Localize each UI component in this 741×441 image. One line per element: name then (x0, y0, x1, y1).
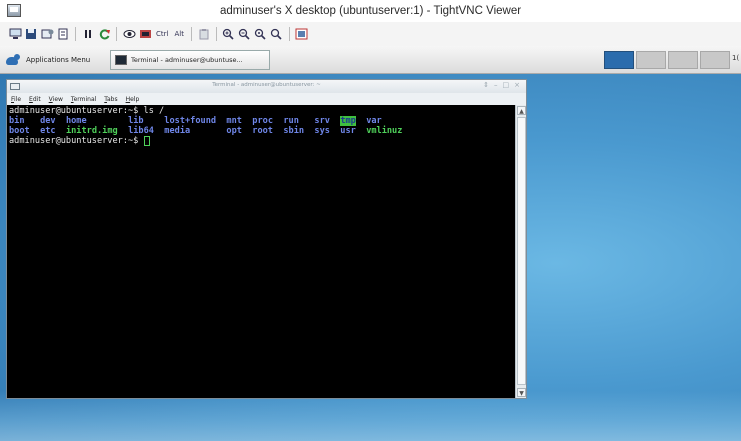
ls-entry-lost-found: lost+found (164, 116, 217, 126)
prompt-line[interactable]: adminuser@ubuntuserver:~$ (9, 136, 515, 146)
menu-view[interactable]: View (49, 96, 63, 103)
ls-entry-proc: proc (252, 116, 273, 126)
command-line: adminuser@ubuntuserver:~$ ls / (9, 106, 165, 116)
workspace-1[interactable] (604, 51, 634, 69)
menu-terminal[interactable]: Terminal (71, 96, 96, 103)
ls-output-row-2: boot etc initrd.img lib64 media opt root… (9, 126, 515, 136)
save-icon[interactable] (24, 27, 38, 41)
workspace-3[interactable] (668, 51, 698, 69)
options-icon[interactable] (40, 27, 54, 41)
applications-menu-button[interactable]: Applications Menu (4, 50, 108, 70)
ls-entry-etc: etc (40, 126, 56, 136)
ls-output-row-1: bin dev home lib lost+found mnt proc run… (9, 116, 515, 126)
terminal-icon (115, 55, 127, 65)
toolbar-separator (190, 27, 192, 41)
xfce-panel: Applications Menu Terminal - adminuser@u… (0, 46, 741, 74)
ls-entry-run: run (283, 116, 299, 126)
text-cursor (143, 136, 150, 146)
menu-file[interactable]: File (11, 96, 21, 103)
clipboard-icon[interactable] (197, 27, 211, 41)
terminal-window[interactable]: Terminal - adminuser@ubuntuserver: ~ ⇕ –… (6, 79, 527, 399)
toolbar-separator (215, 27, 217, 41)
ls-entry-vmlinuz: vmlinuz (366, 126, 403, 136)
terminal-menubar: File Edit View Terminal Tabs Help (7, 93, 526, 105)
ls-entry-sbin: sbin (283, 126, 305, 136)
shell-prompt: adminuser@ubuntuserver:~$ (9, 136, 144, 146)
remote-desktop[interactable]: Applications Menu Terminal - adminuser@u… (0, 46, 741, 441)
toolbar-separator (288, 27, 290, 41)
workspace-switcher (604, 51, 730, 69)
terminal-output[interactable]: adminuser@ubuntuserver:~$ ls / bin dev h… (7, 105, 515, 398)
ls-entry-tmp: tmp (340, 116, 356, 126)
workspace-4[interactable] (700, 51, 730, 69)
new-connection-icon[interactable] (8, 27, 22, 41)
vnc-titlebar: adminuser's X desktop (ubuntuserver:1) -… (0, 0, 741, 22)
maximize-icon[interactable]: □ (503, 81, 510, 89)
workspace-2[interactable] (636, 51, 666, 69)
tightvnc-app-icon[interactable] (7, 4, 21, 17)
ctrl-esc-icon[interactable] (138, 27, 152, 41)
ctrl-key-button[interactable]: Ctrl (154, 27, 170, 41)
ctrl-alt-del-icon[interactable] (122, 27, 136, 41)
ls-entry-bin: bin (9, 116, 25, 126)
toolbar-separator (116, 27, 117, 41)
taskbar-terminal-label: Terminal - adminuser@ubuntuse... (131, 56, 243, 64)
close-icon[interactable]: × (514, 81, 520, 89)
zoom-in-icon[interactable] (222, 27, 236, 41)
vnc-toolbar: Ctrl Alt (0, 22, 741, 46)
panel-clock[interactable]: 1( (732, 54, 739, 62)
window-controls: ⇕ – □ × (483, 81, 520, 89)
ls-entry-boot: boot (9, 126, 30, 136)
fullscreen-icon[interactable] (295, 27, 309, 41)
ls-entry-root: root (252, 126, 273, 136)
zoom-100-icon[interactable] (254, 27, 268, 41)
ls-entry-mnt: mnt (226, 116, 242, 126)
refresh-icon[interactable] (97, 27, 111, 41)
toolbar-separator (75, 27, 76, 41)
ls-entry-sys: sys (314, 126, 330, 136)
menu-tabs[interactable]: Tabs (104, 96, 117, 103)
alt-key-button[interactable]: Alt (172, 27, 185, 41)
ls-entry-initrd-img: initrd.img (65, 126, 118, 136)
scrollbar-thumb[interactable] (517, 117, 526, 385)
xfce-mouse-icon (4, 53, 22, 67)
ls-entry-home: home (65, 116, 87, 126)
ls-entry-lib: lib (128, 116, 144, 126)
scroll-up-icon[interactable]: ▲ (517, 106, 526, 115)
menu-edit[interactable]: Edit (29, 96, 41, 103)
zoom-out-icon[interactable] (238, 27, 252, 41)
terminal-title: Terminal - adminuser@ubuntuserver: ~ (212, 82, 321, 88)
applications-menu-label: Applications Menu (26, 56, 91, 64)
window-title: adminuser's X desktop (ubuntuserver:1) -… (219, 5, 522, 17)
terminal-scrollbar[interactable]: ▲ ▼ (515, 105, 526, 398)
ls-entry-media: media (164, 126, 191, 136)
ls-entry-var: var (366, 116, 382, 126)
scroll-down-icon[interactable]: ▼ (517, 388, 526, 397)
terminal-titlebar[interactable]: Terminal - adminuser@ubuntuserver: ~ ⇕ –… (7, 80, 526, 93)
ls-entry-opt: opt (226, 126, 242, 136)
pin-icon[interactable]: ⇕ (483, 81, 489, 89)
minimize-icon[interactable]: – (494, 81, 498, 89)
ls-entry-usr: usr (340, 126, 356, 136)
ls-entry-lib64: lib64 (128, 126, 154, 136)
ls-entry-srv: srv (314, 116, 330, 126)
menu-help[interactable]: Help (126, 96, 140, 103)
zoom-fit-icon[interactable] (270, 27, 284, 41)
info-icon[interactable] (56, 27, 70, 41)
ls-entry-dev: dev (40, 116, 56, 126)
pause-icon[interactable] (81, 27, 95, 41)
taskbar-terminal-button[interactable]: Terminal - adminuser@ubuntuse... (110, 50, 270, 70)
